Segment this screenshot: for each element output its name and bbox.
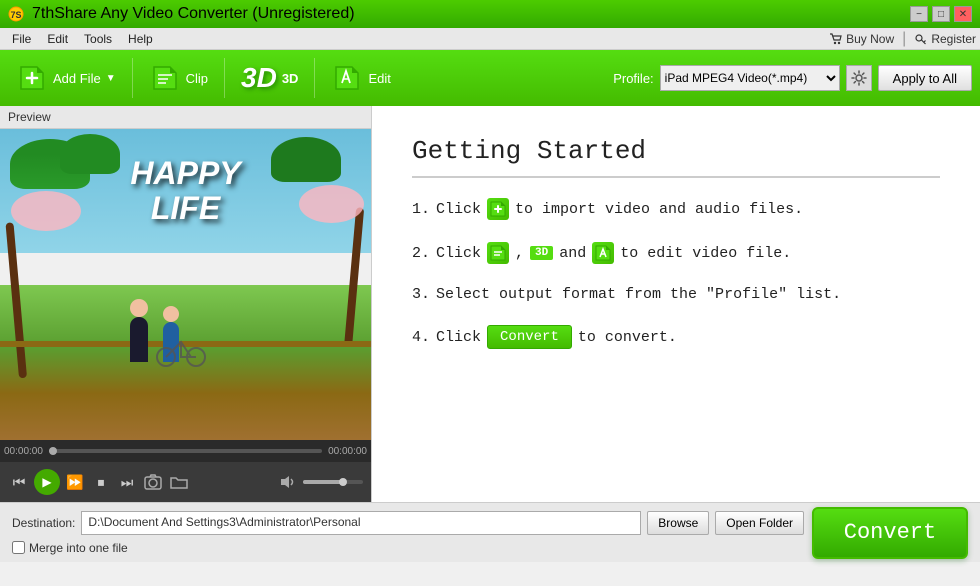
camera-icon	[144, 474, 162, 490]
next-frame-button[interactable]: ⏭	[116, 471, 138, 493]
player-controls: ⏮ ▶ ⏩ ⏹ ⏭	[0, 462, 371, 502]
toolbar-divider-3	[314, 58, 315, 98]
add-file-dropdown-arrow[interactable]: ▼	[106, 73, 116, 84]
step2-clip-icon	[487, 242, 509, 264]
app-icon: 7S	[8, 6, 24, 22]
bottom-bar: Destination: D:\Document And Settings3\A…	[0, 502, 980, 562]
volume-area	[277, 471, 363, 493]
add-file-icon	[16, 62, 48, 94]
profile-label: Profile:	[613, 71, 653, 86]
steps-list: 1. Click to import video and audio files…	[412, 198, 940, 349]
step-4: 4. Click Convert to convert.	[412, 325, 940, 349]
time-start: 00:00:00	[4, 446, 43, 457]
step4-convert-button[interactable]: Convert	[487, 325, 572, 349]
play-button[interactable]: ▶	[34, 469, 60, 495]
maximize-btn[interactable]: □	[932, 6, 950, 22]
edit-icon	[331, 62, 363, 94]
fast-forward-button[interactable]: ⏩	[64, 471, 86, 493]
menu-right: Buy Now | Register	[829, 30, 976, 48]
window-controls: − □ ✕	[910, 6, 972, 22]
open-folder-button[interactable]: Open Folder	[715, 511, 804, 535]
browse-button[interactable]: Browse	[647, 511, 709, 535]
getting-started-panel: Getting Started 1. Click to import video…	[372, 106, 980, 502]
preview-label: Preview	[0, 106, 371, 129]
bottom-left: Destination: D:\Document And Settings3\A…	[12, 511, 804, 555]
step2-and: and	[559, 245, 586, 262]
merge-checkbox[interactable]	[12, 541, 25, 554]
menu-bar: File Edit Tools Help Buy Now | Register	[0, 28, 980, 50]
screenshot-button[interactable]	[142, 471, 164, 493]
svg-text:7S: 7S	[10, 10, 21, 20]
merge-label[interactable]: Merge into one file	[12, 541, 128, 555]
title-bar: 7S 7thShare Any Video Converter (Unregis…	[0, 0, 980, 28]
progress-bar[interactable]	[49, 449, 322, 453]
key-icon	[914, 32, 928, 46]
register-link[interactable]: Register	[914, 32, 976, 46]
step1-add-file-icon	[487, 198, 509, 220]
menu-file[interactable]: File	[4, 30, 39, 48]
skip-back-button[interactable]: ⏮	[8, 471, 30, 493]
settings-icon-button[interactable]	[846, 65, 872, 91]
toolbar-divider-2	[224, 58, 225, 98]
step-2: 2. Click , 3D and	[412, 242, 940, 264]
step-1: 1. Click to import video and audio files…	[412, 198, 940, 220]
3d-label-big: 3D	[241, 62, 277, 94]
clip-icon	[149, 62, 181, 94]
apply-all-button[interactable]: Apply to All	[878, 65, 972, 91]
cart-icon	[829, 32, 843, 46]
folder-icon	[170, 474, 188, 490]
getting-started-title: Getting Started	[412, 136, 940, 178]
step2-comma: ,	[515, 245, 524, 262]
folder-button[interactable]	[168, 471, 190, 493]
merge-row: Merge into one file	[12, 541, 804, 555]
profile-select[interactable]: iPad MPEG4 Video(*.mp4)	[660, 65, 840, 91]
buy-now-link[interactable]: Buy Now	[829, 32, 894, 46]
progress-indicator	[49, 447, 57, 455]
step2-3d-badge: 3D	[530, 246, 553, 260]
menu-tools[interactable]: Tools	[76, 30, 120, 48]
window-title: 7thShare Any Video Converter (Unregister…	[32, 5, 355, 23]
clip-button[interactable]: Clip	[141, 58, 216, 98]
menu-edit[interactable]: Edit	[39, 30, 76, 48]
preview-video: HAPPYLIFE	[0, 129, 371, 440]
stop-button[interactable]: ⏹	[90, 471, 112, 493]
preview-panel: Preview HAPPYLIFE	[0, 106, 372, 502]
destination-row: Destination: D:\Document And Settings3\A…	[12, 511, 804, 535]
speaker-icon	[280, 475, 296, 489]
gear-icon	[851, 70, 867, 86]
menu-help[interactable]: Help	[120, 30, 161, 48]
close-btn[interactable]: ✕	[954, 6, 972, 22]
3d-button[interactable]: 3D 3D	[233, 58, 306, 98]
profile-area: Profile: iPad MPEG4 Video(*.mp4) Apply t…	[613, 65, 972, 91]
edit-button[interactable]: Edit	[323, 58, 398, 98]
toolbar-divider-1	[132, 58, 133, 98]
add-file-button[interactable]: Add File ▼	[8, 58, 124, 98]
convert-button[interactable]: Convert	[812, 507, 968, 559]
minimize-btn[interactable]: −	[910, 6, 928, 22]
volume-slider[interactable]	[303, 480, 363, 484]
step-3: 3. Select output format from the "Profil…	[412, 286, 940, 303]
toolbar: Add File ▼ Clip 3D 3D	[0, 50, 980, 106]
volume-dot	[339, 478, 347, 486]
destination-label: Destination:	[12, 516, 75, 530]
main-area: Preview HAPPYLIFE	[0, 106, 980, 502]
3d-label-small: 3D	[282, 71, 299, 86]
step2-edit-icon	[592, 242, 614, 264]
volume-icon[interactable]	[277, 471, 299, 493]
time-end: 00:00:00	[328, 446, 367, 457]
destination-path: D:\Document And Settings3\Administrator\…	[81, 511, 641, 535]
video-progress-bar[interactable]: 00:00:00 00:00:00	[0, 440, 371, 462]
